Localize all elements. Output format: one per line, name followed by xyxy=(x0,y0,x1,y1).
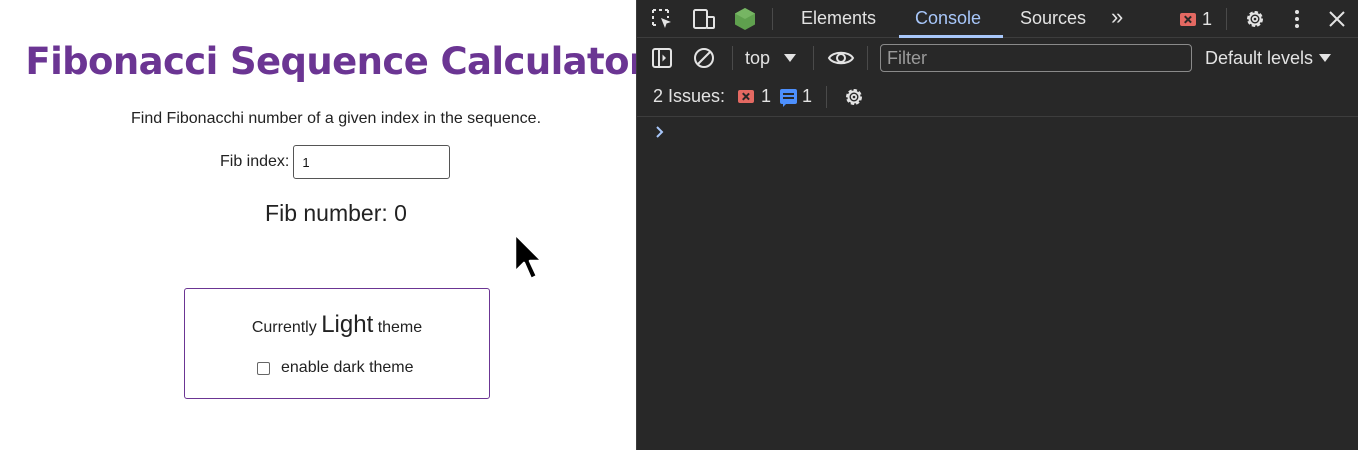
page-title: Fibonacci Sequence Calculator xyxy=(25,40,647,83)
current-theme: Light xyxy=(321,311,374,338)
issues-message-count: 1 xyxy=(802,86,813,106)
console-filter-input[interactable] xyxy=(880,44,1192,72)
toolbar-separator xyxy=(813,46,814,70)
fib-index-label: Fib index: xyxy=(220,153,290,170)
eye-icon[interactable] xyxy=(827,46,855,70)
console-toolbar: top Default levels xyxy=(637,38,1358,78)
close-icon[interactable] xyxy=(1325,7,1349,31)
kebab-menu-icon[interactable] xyxy=(1285,7,1309,31)
context-value: top xyxy=(745,47,771,68)
issues-bar[interactable]: 2 Issues: 1 1 xyxy=(637,78,1358,117)
error-icon xyxy=(738,90,754,103)
console-prompt-chevron-icon[interactable] xyxy=(653,122,669,142)
error-icon xyxy=(1180,12,1196,26)
dark-theme-row[interactable]: enable dark theme xyxy=(257,359,414,377)
issues-error-count: 1 xyxy=(761,86,772,106)
fib-index-row: Fib index: xyxy=(220,145,451,179)
theme-prefix: Currently xyxy=(251,319,317,336)
sidebar-toggle-icon[interactable] xyxy=(650,46,674,70)
log-levels-label: Default levels xyxy=(1205,47,1314,68)
tab-separator xyxy=(772,8,773,30)
inspect-element-icon[interactable] xyxy=(650,7,674,31)
log-levels-dropdown[interactable]: Default levels xyxy=(1205,46,1332,70)
toolbar-separator xyxy=(732,46,733,70)
tab-separator xyxy=(1226,8,1227,30)
app-pane: Fibonacci Sequence Calculator Find Fibon… xyxy=(0,0,647,450)
fib-result: Fib number: 0 xyxy=(265,200,407,226)
message-icon xyxy=(780,89,797,107)
device-toolbar-icon[interactable] xyxy=(692,7,716,31)
issues-separator xyxy=(826,86,827,108)
theme-status: Currently Light theme xyxy=(185,311,489,339)
context-selector[interactable]: top xyxy=(745,46,797,70)
error-count-badge[interactable]: 1 xyxy=(1180,9,1212,29)
toolbar-separator xyxy=(867,46,868,70)
mouse-cursor-icon xyxy=(513,232,544,281)
chevron-down-icon xyxy=(784,54,797,62)
error-count: 1 xyxy=(1202,8,1213,29)
theme-suffix: theme xyxy=(377,319,423,336)
clear-console-icon[interactable] xyxy=(692,46,716,70)
dark-theme-checkbox[interactable] xyxy=(257,361,270,375)
fib-index-input[interactable] xyxy=(293,145,451,179)
tab-console[interactable]: Console xyxy=(915,0,981,38)
tab-elements[interactable]: Elements xyxy=(801,0,876,38)
app-description: Find Fibonacchi number of a given index … xyxy=(130,110,542,127)
theme-panel: Currently Light theme enable dark theme xyxy=(184,288,490,399)
tab-sources[interactable]: Sources xyxy=(1020,0,1086,38)
chevron-down-icon xyxy=(1319,54,1332,62)
devtools-pane: Elements Console Sources » 1 top Filter … xyxy=(636,0,1358,450)
issues-settings-icon[interactable] xyxy=(842,85,866,109)
node-icon[interactable] xyxy=(733,7,757,31)
settings-gear-icon[interactable] xyxy=(1243,7,1267,31)
issues-label: 2 Issues: xyxy=(653,86,726,106)
more-tabs-icon[interactable]: » xyxy=(1111,0,1123,38)
dark-theme-label[interactable]: enable dark theme xyxy=(281,359,414,377)
devtools-tab-bar: Elements Console Sources » 1 xyxy=(637,0,1358,38)
